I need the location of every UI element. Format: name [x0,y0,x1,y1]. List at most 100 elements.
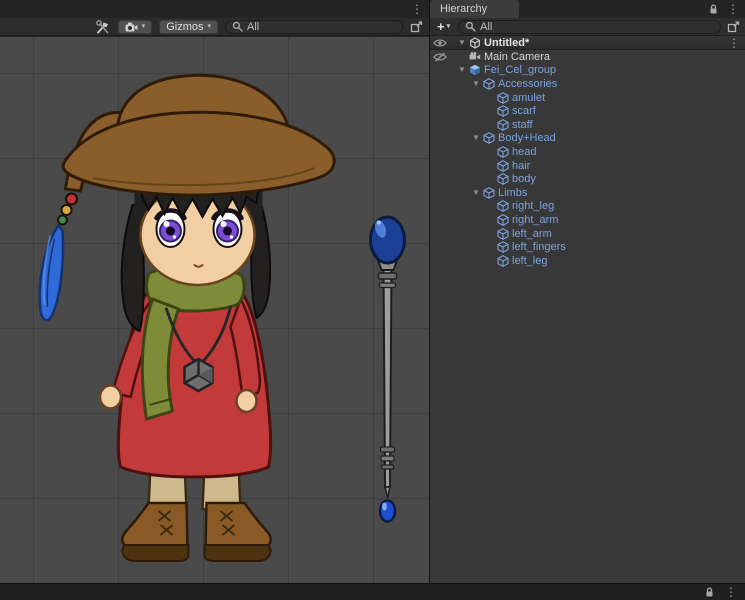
hierarchy-item-label: scarf [510,105,536,117]
gizmos-dropdown[interactable]: Gizmos ▾ [159,20,218,34]
hierarchy-item-label: right_arm [510,214,558,226]
search-icon [465,21,476,32]
prefab-cube-icon [496,145,510,158]
hierarchy-item-accessories[interactable]: ▼ Accessories [430,77,745,91]
hierarchy-item-amulet[interactable]: amulet [430,91,745,105]
hierarchy-item-label: left_fingers [510,241,566,253]
hierarchy-item-label: staff [510,119,533,131]
prefab-cube-icon [496,91,510,104]
prefab-cube-icon [496,227,510,240]
foldout-open-icon[interactable]: ▼ [470,80,482,88]
hierarchy-item-label: left_arm [510,228,552,240]
tabbar-controls: ⋮ [709,3,745,15]
hierarchy-item-label: Limbs [496,187,527,199]
hat-beads [58,194,77,225]
visibility-gutter [433,38,448,62]
prefab-cube-icon [482,77,496,90]
scene-viewport[interactable] [0,37,429,583]
prefab-cube-icon [496,173,510,186]
hierarchy-search-input[interactable]: All [458,20,721,34]
prefab-cube-icon [496,241,510,254]
scene-row-menu-icon[interactable]: ⋮ [728,37,740,49]
panel-menu-icon[interactable]: ⋮ [727,3,739,15]
hierarchy-item-label: Main Camera [482,51,550,63]
tools-icon[interactable] [95,20,111,34]
hierarchy-item-main-camera[interactable]: Main Camera [430,50,745,64]
scene-search-value: All [247,21,259,33]
character[interactable] [40,75,335,561]
prefab-cube-icon [496,159,510,172]
foldout-open-icon[interactable]: ▼ [470,189,482,197]
camera-icon [468,50,482,63]
chevron-down-icon: ▾ [447,23,451,30]
hierarchy-search-value: All [480,21,492,33]
hierarchy-tabbar: Hierarchy ⋮ [430,0,745,18]
hierarchy-tree: Main Camera▼Fei_Cel_group▼Accessoriesamu… [430,50,745,268]
scene-row-untitled[interactable]: ▼ Untitled* ⋮ [430,36,745,50]
staff-orb [371,217,405,263]
prefab-cube-icon [496,200,510,213]
hierarchy-item-label: Accessories [496,78,557,90]
lock-icon[interactable] [709,4,718,15]
hierarchy-item-left-arm[interactable]: left_arm [430,227,745,241]
hierarchy-panel: Hierarchy ⋮ + ▾ [429,0,745,583]
hierarchy-item-label: left_leg [510,255,547,267]
eye-off-icon[interactable] [433,52,448,62]
scene-name: Untitled* [482,37,529,49]
hierarchy-item-label: hair [510,160,530,172]
eye-icon[interactable] [433,38,448,48]
tab-hierarchy-label: Hierarchy [440,3,487,15]
hierarchy-item-right-leg[interactable]: right_leg [430,200,745,214]
hierarchy-item-left-leg[interactable]: left_leg [430,254,745,268]
hierarchy-item-right-arm[interactable]: right_arm [430,213,745,227]
popout-icon[interactable] [410,21,423,33]
hierarchy-item-label: body [510,173,536,185]
foldout-open-icon[interactable]: ▼ [456,39,468,47]
prefab-cube-icon [496,213,510,226]
chevron-down-icon: ▾ [142,23,146,30]
popout-icon[interactable] [727,21,740,33]
hierarchy-item-body[interactable]: body [430,172,745,186]
foldout-open-icon[interactable]: ▼ [470,134,482,142]
hierarchy-item-label: head [510,146,536,158]
chevron-down-icon: ▾ [207,23,211,30]
scene-tabbar: ⋮ [0,0,429,18]
hierarchy-item-hair[interactable]: hair [430,159,745,173]
tab-hierarchy[interactable]: Hierarchy [430,0,519,18]
hierarchy-item-limbs[interactable]: ▼ Limbs [430,186,745,200]
hierarchy-item-staff[interactable]: staff [430,118,745,132]
scene-canvas [0,37,429,583]
unity-scene-icon [468,36,482,49]
prefab-cube-icon [496,105,510,118]
unity-editor: ⋮ ▾ [0,0,745,600]
camera-icon [125,22,138,32]
scene-tab-menu-icon[interactable]: ⋮ [411,3,423,15]
create-object-button[interactable]: + ▾ [435,19,452,34]
hierarchy-item-left-fingers[interactable]: left_fingers [430,240,745,254]
hierarchy-item-label: Fei_Cel_group [482,64,556,76]
hierarchy-item-label: right_leg [510,200,554,212]
unity-cube-pendant [185,359,213,391]
prefab-cube-icon [496,254,510,267]
plus-icon: + [437,19,445,34]
hierarchy-item-fei-cel-group[interactable]: ▼ Fei_Cel_group [430,64,745,78]
hierarchy-item-label: Body+Head [496,132,556,144]
staff-bottom-gem [380,501,395,522]
status-bar: ⋮ [0,583,745,600]
status-menu-icon[interactable]: ⋮ [725,586,737,598]
scene-search-input[interactable]: All [225,20,403,34]
hierarchy-item-scarf[interactable]: scarf [430,104,745,118]
scene-view-pane: ⋮ ▾ [0,0,429,583]
prefab-cube-icon [496,118,510,131]
hierarchy-item-label: amulet [510,92,545,104]
scene-camera-button[interactable]: ▾ [118,20,153,34]
prefab-cube-icon [482,186,496,199]
staff-object[interactable] [371,217,405,522]
gizmos-label: Gizmos [166,21,203,33]
search-icon [232,21,243,32]
lock-icon[interactable] [705,587,714,598]
prefab-cube-icon [482,132,496,145]
hierarchy-item-head[interactable]: head [430,145,745,159]
hierarchy-item-body-head[interactable]: ▼ Body+Head [430,132,745,146]
foldout-open-icon[interactable]: ▼ [456,66,468,74]
